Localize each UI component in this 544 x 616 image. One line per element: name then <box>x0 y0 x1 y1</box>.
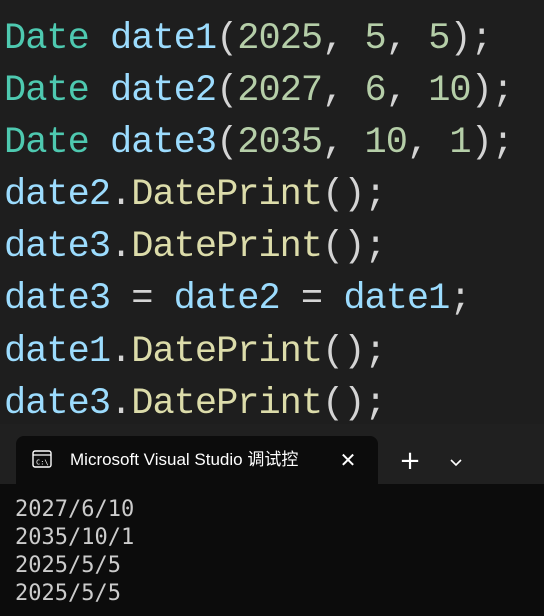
console-icon: C:\ <box>32 450 52 468</box>
code-token: (); <box>322 383 387 425</box>
tab-dropdown-button[interactable] <box>441 444 471 478</box>
terminal-window[interactable]: C:\ Microsoft Visual Studio 调试控 ✕ + 2027… <box>0 424 544 616</box>
code-token: ( <box>216 70 238 112</box>
code-token: 10 <box>364 122 408 164</box>
code-token: date1 <box>343 278 450 320</box>
code-token: DatePrint <box>131 383 323 425</box>
code-token: ( <box>216 122 238 164</box>
code-line: date2.DatePrint(); <box>4 169 387 221</box>
code-token: ; <box>449 278 471 320</box>
terminal-tab-bar: C:\ Microsoft Visual Studio 调试控 ✕ + <box>0 424 544 484</box>
code-line: date3.DatePrint(); <box>4 378 387 430</box>
code-token: , <box>322 122 365 164</box>
code-token: . <box>110 226 132 268</box>
code-token: DatePrint <box>131 226 323 268</box>
code-token: Date <box>4 122 90 164</box>
code-token: 1 <box>449 122 471 164</box>
code-token: 5 <box>428 18 450 60</box>
code-token: ); <box>470 122 514 164</box>
code-token: , <box>385 18 429 60</box>
terminal-tab-title: Microsoft Visual Studio 调试控 <box>70 450 299 469</box>
close-icon[interactable]: ✕ <box>336 448 360 472</box>
code-token: (); <box>322 331 387 373</box>
code-token: , <box>322 18 365 60</box>
code-token: 2025 <box>237 18 323 60</box>
code-line: Date date3(2035, 10, 1); <box>4 117 514 169</box>
code-token: date1 <box>4 331 111 373</box>
code-token: 6 <box>364 70 387 112</box>
code-token: ); <box>449 18 492 60</box>
code-token: date2 <box>173 278 281 320</box>
code-token: 5 <box>364 18 387 60</box>
code-token: date2 <box>4 174 111 216</box>
output-line: 2025/5/5 <box>15 581 121 606</box>
code-token: , <box>406 122 450 164</box>
code-token: = <box>279 278 344 320</box>
code-token: DatePrint <box>131 174 323 216</box>
code-token: . <box>110 383 132 425</box>
code-token: 2027 <box>237 70 323 112</box>
code-token: ( <box>216 18 238 60</box>
code-token: date3 <box>4 226 111 268</box>
code-token: date3 <box>4 278 111 320</box>
code-token: date3 <box>4 383 111 425</box>
code-token: date3 <box>110 122 217 164</box>
plus-icon: + <box>399 446 421 476</box>
code-line: Date date2(2027, 6, 10); <box>4 65 514 117</box>
code-token: , <box>385 70 429 112</box>
output-line: 2027/6/10 <box>15 497 135 522</box>
code-line: date1.DatePrint(); <box>4 326 387 378</box>
code-token: , <box>322 70 365 112</box>
code-token: . <box>110 331 132 373</box>
output-line: 2035/10/1 <box>15 525 135 550</box>
code-token: . <box>110 174 132 216</box>
code-line: date3 = date2 = date1; <box>4 273 472 325</box>
console-output: 2027/6/10 2035/10/1 2025/5/5 2025/5/5 <box>15 496 134 608</box>
code-token: ); <box>470 70 514 112</box>
code-editor[interactable]: Date date1(2025, 5, 5); Date date2(2027,… <box>0 0 544 432</box>
code-token: Date <box>4 70 90 112</box>
svg-text:C:\: C:\ <box>36 459 49 467</box>
code-line: date3.DatePrint(); <box>4 221 387 273</box>
chevron-down-icon <box>449 452 463 471</box>
code-line: Date date1(2025, 5, 5); <box>4 13 493 65</box>
code-token: date1 <box>110 18 217 60</box>
new-tab-button[interactable]: + <box>395 444 425 478</box>
code-token: 10 <box>428 70 471 112</box>
code-token: (); <box>322 174 387 216</box>
code-token: (); <box>322 226 387 268</box>
code-token: 2035 <box>237 122 323 164</box>
code-token: date2 <box>110 70 217 112</box>
output-line: 2025/5/5 <box>15 553 121 578</box>
code-token: Date <box>4 18 90 60</box>
terminal-tab[interactable]: C:\ Microsoft Visual Studio 调试控 ✕ <box>16 436 378 484</box>
code-token: DatePrint <box>131 331 323 373</box>
code-token: = <box>110 278 174 320</box>
